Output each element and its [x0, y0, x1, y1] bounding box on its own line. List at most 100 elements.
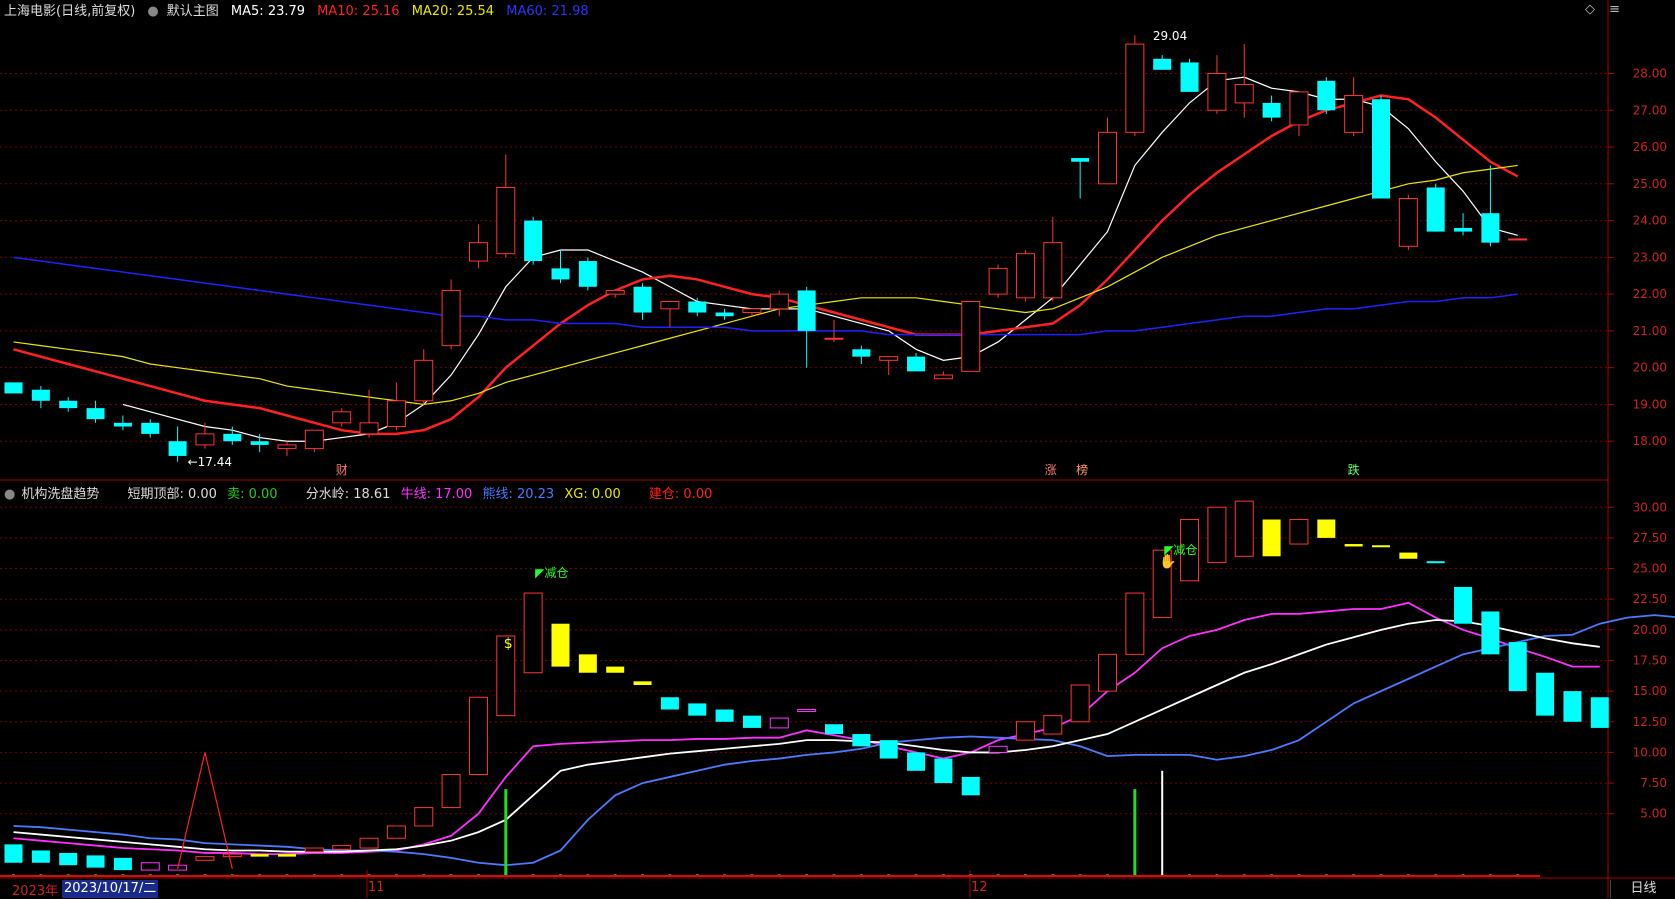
- candle-body-up: [1208, 73, 1226, 110]
- price-tick-label: 24.00: [1633, 214, 1667, 228]
- indicator-bar-down: [1263, 520, 1281, 557]
- indicator-bar-down: [278, 854, 296, 856]
- xg-label: XG: 0.00: [564, 487, 620, 502]
- indicator-bar-up: [387, 826, 405, 838]
- ma20-label: MA20: 25.54: [412, 4, 494, 19]
- candle-body-down: [1153, 59, 1171, 70]
- indicator-bar-up: [1016, 722, 1034, 740]
- indicator-bar-down: [59, 853, 77, 865]
- candle-body-up: [989, 268, 1007, 294]
- candle-body-up: [1235, 85, 1253, 103]
- theme-label[interactable]: 默认主图: [167, 4, 219, 19]
- indicator-bar-up: [1044, 716, 1062, 734]
- candle-body-up: [415, 360, 433, 400]
- indicator-bar-down: [688, 703, 706, 715]
- indicator-header: ●机构洗盘趋势 短期顶部: 0.00 卖: 0.00 分水岭: 18.61 牛线…: [4, 483, 718, 502]
- kline-chart-svg[interactable]: 18.0019.0020.0021.0022.0023.0024.0025.00…: [0, 0, 1675, 898]
- event-zhang: 涨: [1045, 462, 1057, 477]
- indicator-bar-up: [333, 846, 351, 850]
- indicator-bar-up: [770, 718, 788, 728]
- period-button[interactable]: 日线: [1610, 880, 1675, 898]
- indicator-bar-down: [606, 667, 624, 673]
- main-chart-header: 上海电影(日线,前复权) ●默认主图 MA5: 23.79 MA10: 25.1…: [4, 0, 597, 19]
- signal-bar-green: [504, 789, 507, 875]
- candle-body-up: [1290, 92, 1308, 125]
- candle-body-up: [497, 187, 515, 253]
- cursor-date: 2023/10/17/二: [62, 880, 158, 898]
- indicator-icon[interactable]: ●: [4, 487, 15, 502]
- ma-line-ma5: [123, 77, 1518, 441]
- indicator-bar-down: [1481, 611, 1499, 654]
- indicator-tick-label: 17.50: [1633, 653, 1667, 667]
- price-tick-label: 20.00: [1633, 361, 1667, 375]
- theme-icon[interactable]: ●: [147, 4, 158, 19]
- candle-body-up: [469, 243, 487, 261]
- candle-body-down: [141, 423, 159, 434]
- candle-body-down: [1427, 187, 1445, 231]
- candle-body-up: [305, 430, 323, 448]
- candle-body-up: [661, 301, 679, 308]
- year-label: 2023年: [12, 880, 58, 899]
- indicator-name[interactable]: 机构洗盘趋势: [21, 487, 99, 502]
- candle-body-down: [169, 441, 187, 456]
- toolbar-icons: ◇ ≡: [1575, 2, 1620, 17]
- signal-bar-white: [1161, 771, 1163, 875]
- indicator-bar-down: [825, 724, 843, 734]
- candle-body-up: [934, 375, 952, 379]
- high-price-label: 29.04: [1153, 29, 1187, 43]
- candle-body-down: [223, 434, 241, 441]
- price-tick-label: 23.00: [1633, 250, 1667, 264]
- candle-body-up: [825, 338, 843, 339]
- month-11-label: 11: [368, 880, 385, 895]
- candle-body-down: [32, 390, 50, 401]
- indicator-tick-label: 10.00: [1633, 745, 1667, 759]
- diamond-icon[interactable]: ◇: [1585, 2, 1595, 17]
- indicator-bar-up: [141, 863, 159, 870]
- candle-body-down: [907, 357, 925, 372]
- candle-body-down: [524, 221, 542, 261]
- indicator-bar-up: [1290, 520, 1308, 545]
- candle-body-down: [716, 313, 734, 317]
- indicator-bar-down: [716, 710, 734, 722]
- indicator-bar-up: [305, 848, 323, 852]
- candle-body-up: [1126, 44, 1144, 132]
- indicator-bar-up: [524, 593, 542, 673]
- indicator-bar-down: [1427, 561, 1445, 563]
- indicator-bar-down: [1399, 553, 1417, 559]
- candle-body-down: [59, 401, 77, 408]
- indicator-bar-up: [360, 838, 378, 848]
- price-tick-label: 22.00: [1633, 287, 1667, 301]
- indicator-bar-down: [934, 759, 952, 784]
- ma5-label: MA5: 23.79: [231, 4, 305, 19]
- candle-body-down: [1263, 103, 1281, 118]
- candle-body-up: [333, 412, 351, 423]
- indicator-bar-down: [1509, 642, 1527, 691]
- price-tick-label: 21.00: [1633, 324, 1667, 338]
- indicator-bar-down: [1591, 697, 1609, 728]
- candle-body-down: [852, 349, 870, 356]
- candle-body-up: [360, 423, 378, 434]
- indicator-tick-label: 22.50: [1633, 592, 1667, 606]
- candle-body-up: [606, 290, 624, 294]
- indicator-bar-down: [880, 740, 898, 758]
- event-bang: 榜: [1076, 462, 1088, 477]
- indicator-line: [14, 603, 1600, 854]
- candle-body-down: [798, 290, 816, 330]
- menu-icon[interactable]: ≡: [1609, 2, 1620, 17]
- indicator-bar-down: [87, 855, 105, 867]
- candle-body-up: [1016, 254, 1034, 298]
- candle-body-up: [962, 301, 980, 371]
- indicator-bar-down: [5, 844, 23, 862]
- indicator-bar-up: [1099, 654, 1117, 691]
- indicator-bar-up: [469, 697, 487, 774]
- sell-label: 卖: 0.00: [227, 487, 277, 502]
- price-tick-label: 25.00: [1633, 177, 1667, 191]
- candle-body-up: [743, 309, 761, 313]
- candle-body-up: [1509, 239, 1527, 240]
- indicator-bar-down: [907, 752, 925, 770]
- candle-body-down: [634, 287, 652, 313]
- indicator-line: [14, 620, 1600, 852]
- price-tick-label: 26.00: [1633, 140, 1667, 154]
- candle-body-up: [1044, 243, 1062, 298]
- indicator-tick-label: 30.00: [1633, 500, 1667, 514]
